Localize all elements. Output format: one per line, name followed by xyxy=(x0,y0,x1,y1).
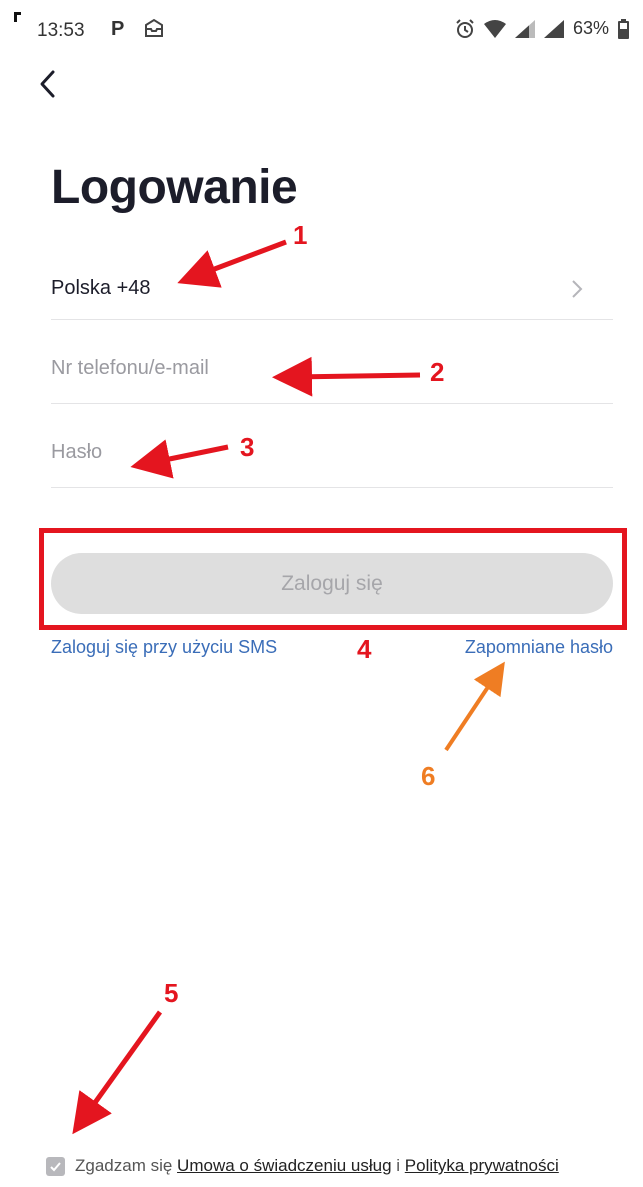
phone-email-field-row xyxy=(51,320,613,404)
annotation-label-5: 5 xyxy=(164,978,179,1008)
chevron-right-icon xyxy=(572,279,583,298)
status-bar: 13:53 P 63% xyxy=(0,0,643,62)
password-field-row xyxy=(51,404,613,488)
login-screen: 13:53 P 63% Logowanie Polska +48 Nr tele… xyxy=(0,0,643,1187)
privacy-policy-link[interactable]: Polityka prywatności xyxy=(405,1156,559,1176)
terms-of-service-link[interactable]: Umowa o świadczeniu usług xyxy=(177,1156,392,1176)
country-selector[interactable]: Polska +48 xyxy=(51,246,613,320)
agree-prefix-text: Zgadzam się xyxy=(75,1156,178,1175)
page-title: Logowanie xyxy=(51,161,298,214)
annotation-label-1: 1 xyxy=(293,220,308,250)
sms-login-link[interactable]: Zaloguj się przy użyciu SMS xyxy=(51,637,277,658)
battery-percent: 63% xyxy=(572,18,609,38)
checkmark-icon xyxy=(50,1161,61,1171)
arrow-6 xyxy=(444,661,505,752)
status-time: 13:53 xyxy=(37,20,85,41)
agreement-row: Zgadzam się Umowa o świadczeniu usług i … xyxy=(46,1151,643,1181)
parking-app-icon: P xyxy=(111,18,125,40)
annotation-label-2: 2 xyxy=(430,357,445,387)
annotation-label-3: 3 xyxy=(240,432,255,462)
alarm-icon xyxy=(456,18,474,38)
annotation-label-4: 4 xyxy=(357,634,372,664)
annotation-label-6: 6 xyxy=(421,761,436,791)
forgot-password-link[interactable]: Zapomniane hasło xyxy=(465,637,613,658)
login-button[interactable]: Zaloguj się xyxy=(51,553,613,614)
signal-icon-2 xyxy=(543,19,564,38)
agree-checkbox[interactable] xyxy=(46,1156,65,1176)
wifi-icon xyxy=(483,19,506,38)
back-arrow-icon xyxy=(40,70,55,98)
battery-icon xyxy=(618,18,629,39)
corner-mark xyxy=(14,12,21,22)
signal-icon-1 xyxy=(514,19,535,38)
password-input[interactable] xyxy=(51,432,613,473)
arrow-5 xyxy=(72,1010,163,1135)
status-right-group: 63% xyxy=(455,18,629,39)
agree-and-text: i xyxy=(391,1156,405,1175)
inbox-notification-icon xyxy=(145,18,163,37)
country-code-label: Polska +48 xyxy=(51,277,151,299)
phone-email-input[interactable] xyxy=(51,348,613,389)
back-button[interactable] xyxy=(26,62,70,106)
